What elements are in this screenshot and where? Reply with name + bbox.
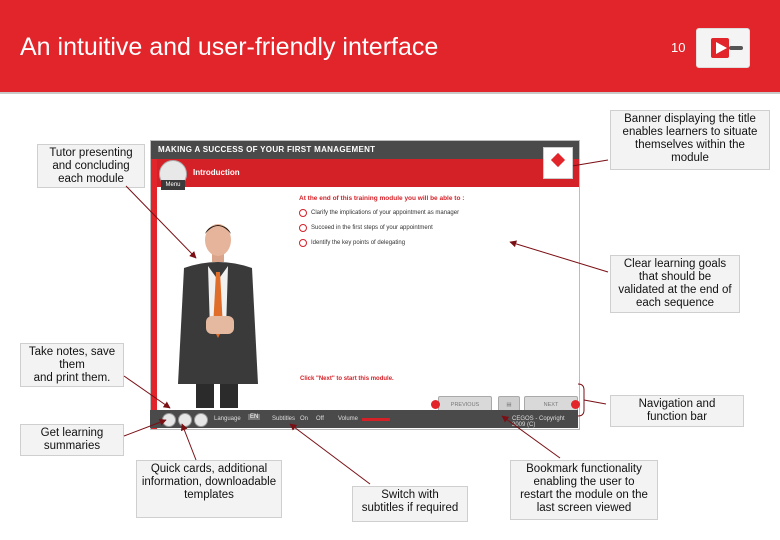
volume-slider[interactable]	[362, 418, 390, 421]
section-title: Introduction	[193, 168, 240, 177]
module-title-banner: MAKING A SUCCESS OF YOUR FIRST MANAGEMEN…	[151, 141, 579, 159]
quick-cards-button[interactable]	[194, 413, 208, 427]
callout-navigation: Navigation and function bar	[610, 395, 744, 427]
slide-title: An intuitive and user-friendly interface	[20, 33, 439, 61]
learning-objectives: At the end of this training module you w…	[299, 195, 569, 255]
bookmark-icon: ▤	[506, 402, 512, 408]
play-icon	[711, 38, 729, 58]
objective-item: Identify the key points of delegating	[299, 239, 569, 247]
objective-text: Identify the key points of delegating	[311, 240, 406, 246]
module-left-strip	[151, 159, 157, 429]
next-label: NEXT	[543, 402, 559, 408]
callout-banner: Banner displaying the title enables lear…	[610, 110, 770, 170]
slide-header: An intuitive and user-friendly interface…	[0, 0, 780, 94]
notes-button[interactable]	[178, 413, 192, 427]
subtitles-on-toggle[interactable]: On	[300, 416, 308, 422]
callout-bookmark: Bookmark functionality enabling the user…	[510, 460, 658, 520]
objective-text: Succeed in the first steps of your appoi…	[311, 225, 433, 231]
callout-subtitles: Switch with subtitles if required	[352, 486, 468, 522]
subtitles-off-toggle[interactable]: Off	[316, 416, 324, 422]
language-label: Language	[214, 416, 241, 422]
tutor-figure	[178, 224, 258, 408]
callout-tutor: Tutor presenting and concluding each mod…	[37, 144, 145, 188]
summary-button[interactable]	[162, 413, 176, 427]
next-slide-button[interactable]	[696, 28, 750, 68]
brand-logo	[543, 147, 573, 179]
play-button-shadow	[729, 46, 743, 50]
bullet-icon	[299, 224, 307, 232]
menu-button[interactable]: Menu	[161, 180, 185, 190]
objectives-title: At the end of this training module you w…	[299, 195, 465, 202]
objective-item: Clarify the implications of your appoint…	[299, 209, 569, 217]
callout-notes: Take notes, save them and print them.	[20, 343, 124, 387]
chevron-left-icon	[431, 400, 440, 409]
objective-item: Succeed in the first steps of your appoi…	[299, 224, 569, 232]
callout-quick-cards: Quick cards, additional information, dow…	[136, 460, 282, 518]
function-bar: Language EN Subtitles On Off Volume CEGO…	[150, 410, 578, 428]
bullet-icon	[299, 209, 307, 217]
chevron-right-icon	[571, 400, 580, 409]
objective-text: Clarify the implications of your appoint…	[311, 210, 460, 216]
previous-label: PREVIOUS	[450, 402, 480, 408]
language-select[interactable]: EN	[248, 414, 261, 420]
subtitles-label: Subtitles	[272, 416, 296, 422]
bullet-icon	[299, 239, 307, 247]
copyright-status: CEGOS - Copyright 2009 (C)	[512, 416, 565, 428]
start-instruction: Click "Next" to start this module.	[300, 376, 394, 382]
callout-goals: Clear learning goals that should be vali…	[610, 255, 740, 313]
callout-summaries: Get learning summaries	[20, 424, 124, 456]
module-title: MAKING A SUCCESS OF YOUR FIRST MANAGEMEN…	[158, 145, 376, 154]
slide-number: 10	[671, 40, 686, 55]
volume-label: Volume	[338, 416, 359, 422]
